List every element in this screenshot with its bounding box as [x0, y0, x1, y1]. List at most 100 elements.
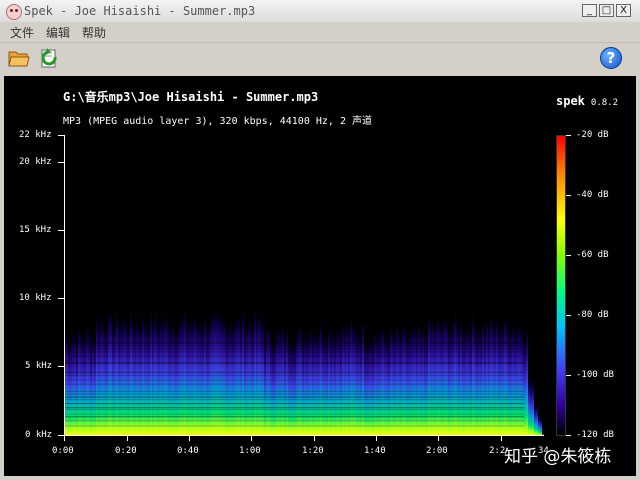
spectrum-strip: [364, 285, 366, 436]
reload-icon[interactable]: [38, 47, 60, 69]
spectrum-strip: [314, 266, 316, 436]
spectrum-band: [64, 372, 524, 374]
db-color-scale: [556, 135, 566, 436]
spectrum-strip: [388, 284, 390, 436]
spectrum-strip: [394, 270, 396, 436]
spectrum-strip: [210, 239, 212, 436]
file-info-label: MP3 (MPEG audio layer 3), 320 kbps, 4410…: [63, 116, 372, 127]
db-label-120: -120 dB: [576, 430, 614, 440]
help-icon[interactable]: ?: [600, 47, 622, 69]
spectrum-band: [64, 409, 524, 411]
spectrum-strip: [420, 265, 422, 436]
spectrum-strip: [528, 342, 530, 436]
spectrum-strip: [120, 252, 122, 436]
x-label-1-40: 1:40: [364, 446, 386, 456]
spectrum-strip: [162, 252, 164, 436]
spectrum-band: [64, 415, 524, 417]
menu-bar: 文件 编辑 帮助: [0, 22, 640, 43]
spek-brand: spek 0.8.2: [556, 90, 618, 109]
spectrum-strip: [218, 236, 220, 436]
spectrum-strip: [304, 270, 306, 436]
spectrum-band: [64, 396, 524, 398]
file-path-label: G:\音乐mp3\Joe Hisaishi - Summer.mp3: [63, 90, 319, 104]
spectrum-strip: [94, 280, 96, 436]
spectrum-strip: [416, 268, 418, 436]
x-tick: [501, 436, 502, 441]
spectrum-band: [64, 362, 524, 364]
spectrum-strip: [338, 264, 340, 436]
minimize-button[interactable]: _: [582, 4, 597, 17]
spectrum-strip: [242, 232, 244, 436]
spectrum-strip: [352, 253, 354, 436]
spectrum-strip: [176, 265, 178, 436]
spectrum-band: [64, 393, 524, 395]
spectrum-strip: [214, 232, 216, 436]
spectrum-strip: [496, 243, 498, 436]
x-tick: [251, 436, 252, 441]
spectrum-strip: [216, 233, 218, 436]
spectrum-strip: [74, 270, 76, 436]
spectrum-strip: [368, 281, 370, 436]
spectrum-strip: [532, 347, 534, 436]
close-button[interactable]: X: [616, 4, 631, 17]
spectrum-strip: [342, 252, 344, 436]
y-label-20khz: 20 kHz: [19, 157, 52, 167]
title-bar[interactable]: Spek - Joe Hisaishi - Summer.mp3 _ □ X: [0, 0, 640, 23]
spek-window: Spek - Joe Hisaishi - Summer.mp3 _ □ X 文…: [0, 0, 640, 480]
spectrum-strip: [444, 241, 446, 436]
spectrum-strip: [258, 235, 260, 436]
folder-open-icon[interactable]: [8, 48, 30, 68]
spectrum-band: [64, 399, 524, 401]
db-label-100: -100 dB: [576, 370, 614, 380]
spectrum-strip: [386, 273, 388, 436]
spectrum-strip: [180, 242, 182, 436]
spectrum-strip: [90, 285, 92, 436]
spectrum-strip: [514, 264, 516, 436]
spectrum-strip: [472, 238, 474, 436]
spectrum-strip: [284, 280, 286, 436]
spectrum-strip: [84, 278, 86, 436]
spectrum-strip: [76, 285, 78, 436]
spectrum-strip: [130, 231, 132, 436]
spek-app-icon: [6, 4, 22, 20]
menu-file[interactable]: 文件: [10, 24, 34, 41]
spectrum-strip: [400, 271, 402, 436]
spectrum-strip: [270, 278, 272, 436]
maximize-button[interactable]: □: [599, 4, 614, 17]
x-label-1-20: 1:20: [302, 446, 324, 456]
spectrum-strip: [378, 274, 380, 436]
spectrum-strip: [504, 241, 506, 436]
menu-help[interactable]: 帮助: [82, 24, 106, 41]
spectrum-band: [64, 342, 524, 344]
x-label-0-20: 0:20: [115, 446, 137, 456]
db-tick: [566, 195, 571, 196]
x-label-1-00: 1:00: [239, 446, 261, 456]
spectrum-strip: [234, 253, 236, 436]
spectrum-strip: [194, 237, 196, 436]
db-tick: [566, 375, 571, 376]
spectrum-strip: [288, 282, 290, 436]
spectrum-strip: [142, 239, 144, 436]
window-title: Spek - Joe Hisaishi - Summer.mp3: [24, 4, 256, 18]
spectrum-strip: [408, 270, 410, 436]
spectrum-strip: [538, 403, 540, 436]
spectrum-strip: [426, 270, 428, 436]
spectrum-strip: [424, 272, 426, 436]
spek-name-label: spek: [556, 94, 585, 108]
menu-edit[interactable]: 编辑: [46, 24, 70, 41]
spectrum-strip: [346, 252, 348, 436]
spectrum-strip: [476, 272, 478, 436]
x-label-2-2: 2:2: [489, 446, 506, 456]
x-tick: [64, 436, 65, 441]
spectrogram-columns: [64, 231, 544, 436]
spectrum-band: [64, 341, 524, 343]
db-tick: [566, 435, 571, 436]
spectrum-strip: [292, 285, 294, 436]
spectrum-strip: [398, 264, 400, 436]
spectrum-strip: [402, 253, 404, 436]
spectrum-band: [64, 390, 524, 392]
spectrum-strip: [358, 266, 360, 436]
x-tick: [438, 436, 439, 441]
y-label-15khz: 15 kHz: [19, 225, 52, 235]
db-tick: [566, 135, 571, 136]
